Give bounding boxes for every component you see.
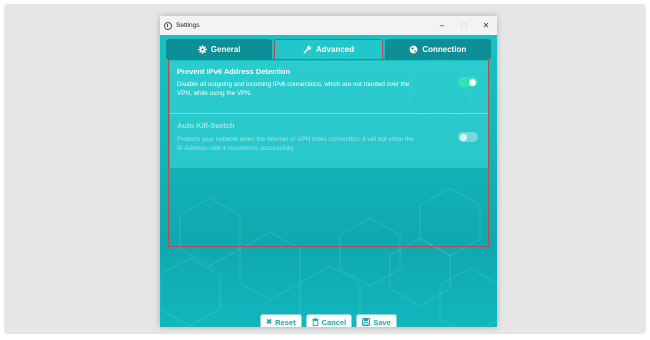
toggle-knob [460, 133, 467, 141]
tab-connection-label: Connection [422, 44, 467, 54]
cancel-button-label: Cancel [321, 317, 347, 327]
tab-advanced-label: Advanced [315, 45, 355, 54]
desktop-background: Settings – □ ✕ General Advanced Connecti… [4, 4, 646, 334]
tab-advanced[interactable]: Advanced [274, 39, 383, 59]
save-button[interactable]: Save [356, 314, 397, 327]
tab-general-label: General [210, 44, 241, 54]
gear-icon [198, 44, 207, 54]
close-icon: ✖ [266, 319, 273, 326]
ipv6-setting-row: Prevent IPv6 Address Detection Disable a… [170, 61, 488, 114]
ipv6-setting-title: Prevent IPv6 Address Detection [177, 67, 291, 76]
ipv6-setting-description: Disable all outgoing and incoming IPv6 c… [177, 81, 410, 97]
settings-content: General Advanced Connection Prevent IPv6… [160, 35, 497, 327]
floppy-disk-icon [362, 318, 371, 326]
ipv6-toggle[interactable] [458, 77, 478, 87]
reset-button[interactable]: ✖ Reset [260, 314, 302, 327]
save-button-label: Save [373, 317, 391, 327]
reset-button-label: Reset [275, 317, 296, 327]
minimize-button[interactable]: – [431, 16, 453, 35]
wrench-icon [303, 45, 312, 54]
advanced-settings-panel: Prevent IPv6 Address Detection Disable a… [168, 59, 489, 247]
kill-switch-toggle[interactable] [458, 132, 478, 142]
title-bar[interactable]: Settings – □ ✕ [160, 16, 497, 35]
toggle-knob [469, 78, 476, 86]
button-bar: ✖ Reset Cancel Save [160, 314, 497, 327]
tab-general[interactable]: General [166, 39, 273, 59]
settings-window: Settings – □ ✕ General Advanced Connecti… [160, 16, 497, 327]
tab-connection[interactable]: Connection [384, 39, 491, 59]
maximize-button[interactable]: □ [453, 16, 475, 35]
kill-switch-setting-row: Auto Kill-Switch Protects your network w… [170, 114, 488, 168]
kill-switch-setting-description: Protects your network when the Internet … [177, 136, 414, 152]
tab-bar: General Advanced Connection [166, 39, 491, 59]
kill-switch-setting-title: Auto Kill-Switch [177, 121, 235, 130]
close-button[interactable]: ✕ [475, 16, 497, 35]
globe-icon [409, 45, 418, 53]
cancel-button[interactable]: Cancel [305, 314, 353, 327]
window-title: Settings [176, 22, 200, 29]
app-icon [164, 21, 172, 30]
trash-icon [312, 318, 319, 326]
